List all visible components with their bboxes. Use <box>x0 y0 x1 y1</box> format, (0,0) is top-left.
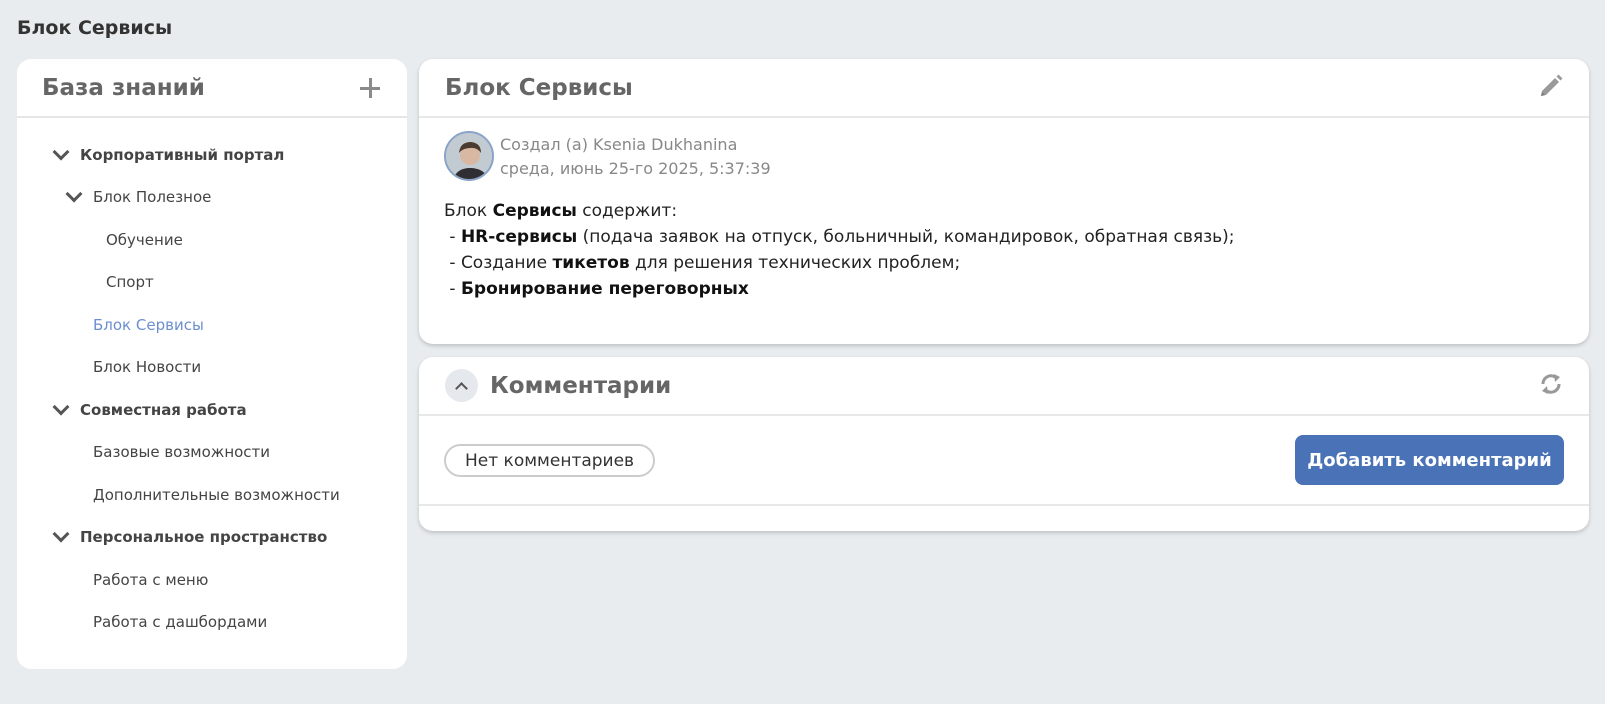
tree-item-collaboration[interactable]: Совместная работа <box>52 398 247 419</box>
tree-item-menu-work[interactable]: Работа с меню <box>93 571 208 589</box>
tree-item-label: Обучение <box>106 231 183 249</box>
bold-fragment: HR-сервисы <box>460 227 578 247</box>
text-fragment: - Создание <box>444 253 553 273</box>
chevron-up-icon <box>455 381 468 395</box>
text-fragment: - <box>444 227 461 247</box>
collapse-button[interactable] <box>445 369 478 402</box>
chevron-down-icon[interactable] <box>52 525 70 543</box>
tree-item-training[interactable]: Обучение <box>106 231 183 249</box>
text-fragment: Блок <box>444 201 493 221</box>
tree-item-label: Персональное пространство <box>80 528 328 546</box>
tree-item-label: Спорт <box>106 273 154 291</box>
content-line-3: - Бронирование переговорных <box>444 276 1235 302</box>
comments-divider <box>419 504 1589 506</box>
comments-title: Комментарии <box>490 372 672 399</box>
chevron-down-icon[interactable] <box>52 398 70 416</box>
tree-item-label: Блок Новости <box>93 358 202 376</box>
tree-item-sport[interactable]: Спорт <box>106 273 154 291</box>
page-title: Блок Сервисы <box>17 17 173 39</box>
comments-header: Комментарии <box>419 357 1589 416</box>
sidebar-header: База знаний <box>17 59 407 118</box>
tree-item-label: Блок Полезное <box>93 188 212 206</box>
tree-item-dashboards-work[interactable]: Работа с дашбордами <box>93 613 267 631</box>
avatar[interactable] <box>444 131 494 181</box>
tree-item-label: Дополнительные возможности <box>93 486 340 504</box>
article-header: Блок Сервисы <box>419 59 1589 118</box>
tree-item-services-block[interactable]: Блок Сервисы <box>93 316 204 334</box>
sidebar-title: База знаний <box>42 74 205 101</box>
tree-item-label: Базовые возможности <box>93 443 271 461</box>
tree-item-personal-space[interactable]: Персональное пространство <box>52 525 328 546</box>
date-line: среда, июнь 25-го 2025, 5:37:39 <box>500 159 771 178</box>
pencil-icon[interactable] <box>1537 72 1565 104</box>
article-card: Блок Сервисы Создал (а) Ksenia Dukhanina… <box>419 59 1589 344</box>
tree-item-news-block[interactable]: Блок Новости <box>93 358 201 376</box>
article-title: Блок Сервисы <box>445 74 633 101</box>
author-line: Создал (а) Ksenia Dukhanina <box>500 135 738 154</box>
refresh-icon[interactable] <box>1537 370 1565 402</box>
comments-header-left: Комментарии <box>445 369 671 402</box>
article-content: Блок Сервисы содержит: - HR-сервисы (под… <box>444 198 1235 302</box>
tree-item-label: Корпоративный портал <box>80 146 285 164</box>
plus-icon[interactable] <box>359 77 381 99</box>
bold-fragment: Сервисы <box>492 201 577 221</box>
tree-item-basic-features[interactable]: Базовые возможности <box>93 443 270 461</box>
knowledge-base-sidebar: База знаний Корпоративный портал Блок По… <box>17 59 407 669</box>
content-intro: Блок Сервисы содержит: <box>444 198 1235 224</box>
chevron-down-icon[interactable] <box>52 143 70 161</box>
chevron-down-icon[interactable] <box>65 185 83 203</box>
tree-item-label: Совместная работа <box>80 401 247 419</box>
text-fragment: содержит: <box>576 201 678 221</box>
tree-item-additional-features[interactable]: Дополнительные возможности <box>93 486 340 504</box>
content-line-1: - HR-сервисы (подача заявок на отпуск, б… <box>444 224 1235 250</box>
bold-fragment: Бронирование переговорных <box>460 279 749 299</box>
text-fragment: - <box>444 279 461 299</box>
tree-item-corporate-portal[interactable]: Корпоративный портал <box>52 143 285 164</box>
comments-card: Комментарии Нет комментариев Добавить ко… <box>419 357 1589 531</box>
tree-item-label: Работа с меню <box>93 571 209 589</box>
add-comment-button[interactable]: Добавить комментарий <box>1295 435 1564 485</box>
text-fragment: для решения технических проблем; <box>629 253 961 273</box>
no-comments-badge: Нет комментариев <box>444 444 656 477</box>
content-line-2: - Создание тикетов для решения техническ… <box>444 250 1235 276</box>
text-fragment: (подача заявок на отпуск, больничный, ко… <box>577 227 1235 247</box>
tree-item-useful-block[interactable]: Блок Полезное <box>65 185 212 206</box>
tree-item-label: Работа с дашбордами <box>93 613 268 631</box>
author-info: Создал (а) Ksenia Dukhanina среда, июнь … <box>444 131 771 181</box>
bold-fragment: тикетов <box>552 253 630 273</box>
tree-item-label: Блок Сервисы <box>93 316 204 334</box>
author-text: Создал (а) Ksenia Dukhanina среда, июнь … <box>500 133 771 181</box>
